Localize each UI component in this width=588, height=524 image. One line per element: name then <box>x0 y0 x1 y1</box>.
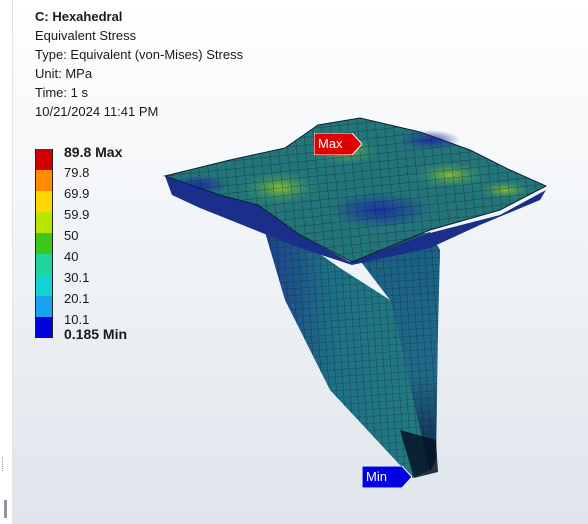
min-probe-label: Min <box>366 469 387 484</box>
mesh-model[interactable] <box>0 0 588 524</box>
graphics-viewport[interactable]: C: Hexahedral Equivalent Stress Type: Eq… <box>0 0 588 524</box>
max-probe[interactable]: Max <box>314 133 362 155</box>
max-probe-label: Max <box>318 136 343 151</box>
min-probe[interactable]: Min <box>362 466 412 488</box>
